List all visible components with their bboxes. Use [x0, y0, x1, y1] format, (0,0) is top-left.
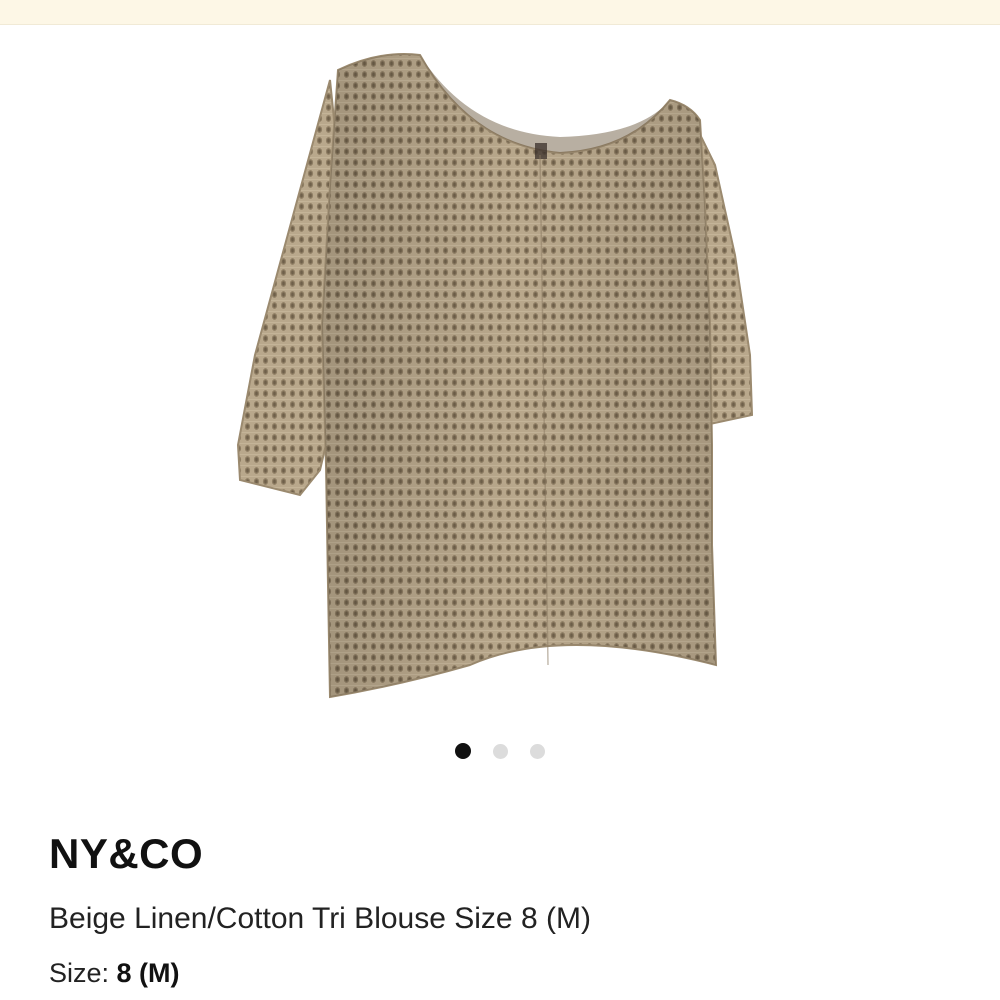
product-title: Beige Linen/Cotton Tri Blouse Size 8 (M) — [49, 902, 591, 935]
size-label: Size: — [49, 958, 117, 988]
brand-name[interactable]: NY&CO — [49, 830, 203, 878]
product-image[interactable] — [0, 25, 1000, 735]
carousel-dots — [0, 742, 1000, 760]
size-value: 8 (M) — [116, 958, 180, 988]
carousel-dot-2[interactable] — [493, 743, 508, 759]
product-listing-page: NY&CO Beige Linen/Cotton Tri Blouse Size… — [0, 0, 1000, 1000]
carousel-dot-3[interactable] — [530, 743, 545, 759]
top-banner — [0, 0, 1000, 25]
size-info: Size: 8 (M) — [49, 958, 180, 989]
carousel-dot-1[interactable] — [455, 743, 471, 759]
garment-photo — [236, 53, 754, 699]
